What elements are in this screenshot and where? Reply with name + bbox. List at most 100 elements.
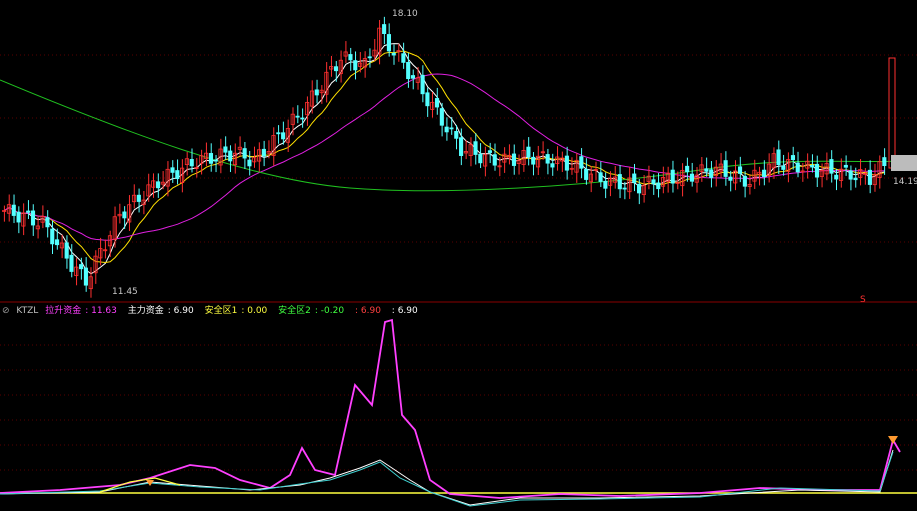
candle-body: [26, 210, 31, 213]
candle-body: [425, 92, 430, 107]
legend-item-safe-zone-2: 安全区2: -0.20: [278, 306, 345, 316]
candle-body: [651, 179, 656, 185]
candle-body: [11, 204, 16, 216]
candle-body: [79, 264, 84, 270]
candle-body: [386, 34, 391, 52]
candle-body: [478, 153, 483, 164]
high-price-label: 18.10: [392, 9, 418, 19]
candle-body: [223, 146, 228, 153]
line-pull-funds: [0, 318, 901, 499]
candle-body: [454, 131, 459, 139]
candle-body: [853, 177, 858, 181]
candle-body: [281, 132, 286, 140]
candle-body: [790, 155, 796, 161]
candle-body: [189, 159, 194, 167]
candle-body: [882, 157, 887, 167]
candle-body: [170, 167, 175, 173]
candle-body: [300, 117, 305, 120]
candle-body: [69, 254, 74, 272]
candle-body: [261, 148, 266, 157]
candle-body: [564, 155, 569, 171]
candle-body: [511, 153, 517, 166]
candle-body: [781, 165, 786, 170]
legend-item-safe-zone-1: 安全区1: 0.00: [204, 306, 268, 316]
candle-body: [228, 150, 233, 162]
candle-body: [598, 172, 603, 182]
candle-body: [136, 194, 141, 202]
ma-line-0: [4, 43, 885, 275]
candle-body: [314, 89, 319, 96]
candle-body: [295, 115, 300, 118]
candle-body: [156, 181, 161, 189]
sell-marker: S: [860, 295, 866, 305]
candle-body: [247, 159, 252, 167]
candle-body: [487, 150, 492, 153]
candle-body: [83, 267, 88, 286]
candle-body: [867, 169, 872, 185]
legend-item-pull-funds: 拉升资金: 11.63: [45, 306, 117, 316]
candle-body: [175, 170, 180, 180]
candle-body: [843, 164, 848, 168]
candle-body: [742, 175, 747, 187]
candle-body: [545, 154, 550, 164]
candle-body: [367, 56, 372, 59]
candle-body: [776, 149, 781, 166]
candle-body: [762, 169, 767, 177]
candle-body: [55, 239, 60, 246]
legend-item-main-funds: 主力资金: 6.90: [127, 306, 194, 316]
candle-body: [636, 183, 642, 194]
candle-body: [30, 210, 36, 226]
candle-body: [473, 141, 478, 155]
candle-body: [348, 54, 353, 61]
line-cyan: [0, 451, 894, 507]
candle-body: [410, 75, 416, 79]
candle-body: [685, 165, 690, 173]
candle-body: [50, 228, 55, 245]
candle-body: [526, 146, 531, 158]
candle-body: [810, 165, 815, 168]
candle-body: [550, 163, 555, 168]
candle-body: [208, 153, 214, 164]
candle-body-last: [888, 57, 896, 169]
candle-body: [122, 211, 127, 219]
ma-line-long: [0, 79, 917, 192]
candle-body: [579, 156, 584, 169]
grid-lines: [0, 54, 917, 494]
candle-body: [45, 217, 50, 228]
last-price-marker: [891, 155, 917, 171]
indicator-settings-icon[interactable]: ⊘: [2, 306, 10, 316]
ma-line-2: [4, 73, 885, 241]
candle-body: [276, 132, 281, 135]
candle-body: [617, 174, 622, 190]
candle-body: [434, 98, 440, 108]
candle-body: [689, 173, 695, 182]
candle-body: [603, 180, 608, 189]
indicator-lines: [0, 318, 901, 507]
low-price-label: 11.45: [112, 287, 138, 297]
candle-body: [709, 169, 714, 178]
candle-body: [622, 187, 627, 190]
legend-item-value-6: : 6.90: [391, 306, 418, 316]
candle-body: [848, 170, 853, 180]
candle-body: [656, 182, 661, 190]
candle-body: [834, 174, 839, 180]
last-price-label: 14.19: [893, 177, 917, 187]
candle-body: [670, 169, 675, 184]
candle-body: [728, 176, 733, 181]
candle-body: [333, 66, 339, 72]
candle-body: [737, 166, 743, 174]
candle-body: [795, 162, 800, 173]
legend-item-value-5: : 6.90: [354, 306, 381, 316]
line-main-funds: [0, 449, 894, 506]
indicator-legend: ⊘ KTZL 拉升资金: 11.63 主力资金: 6.90 安全区1: 0.00…: [2, 303, 426, 317]
candle-body: [382, 24, 387, 35]
candle-body: [704, 168, 709, 172]
candle-body: [391, 52, 396, 56]
candle-body: [353, 60, 358, 71]
candle-body: [213, 159, 218, 162]
candle-body: [406, 62, 411, 80]
candle-body: [492, 154, 497, 166]
candle-body: [723, 160, 728, 177]
candle-body: [814, 163, 820, 178]
signal-marker-2: [888, 436, 898, 444]
